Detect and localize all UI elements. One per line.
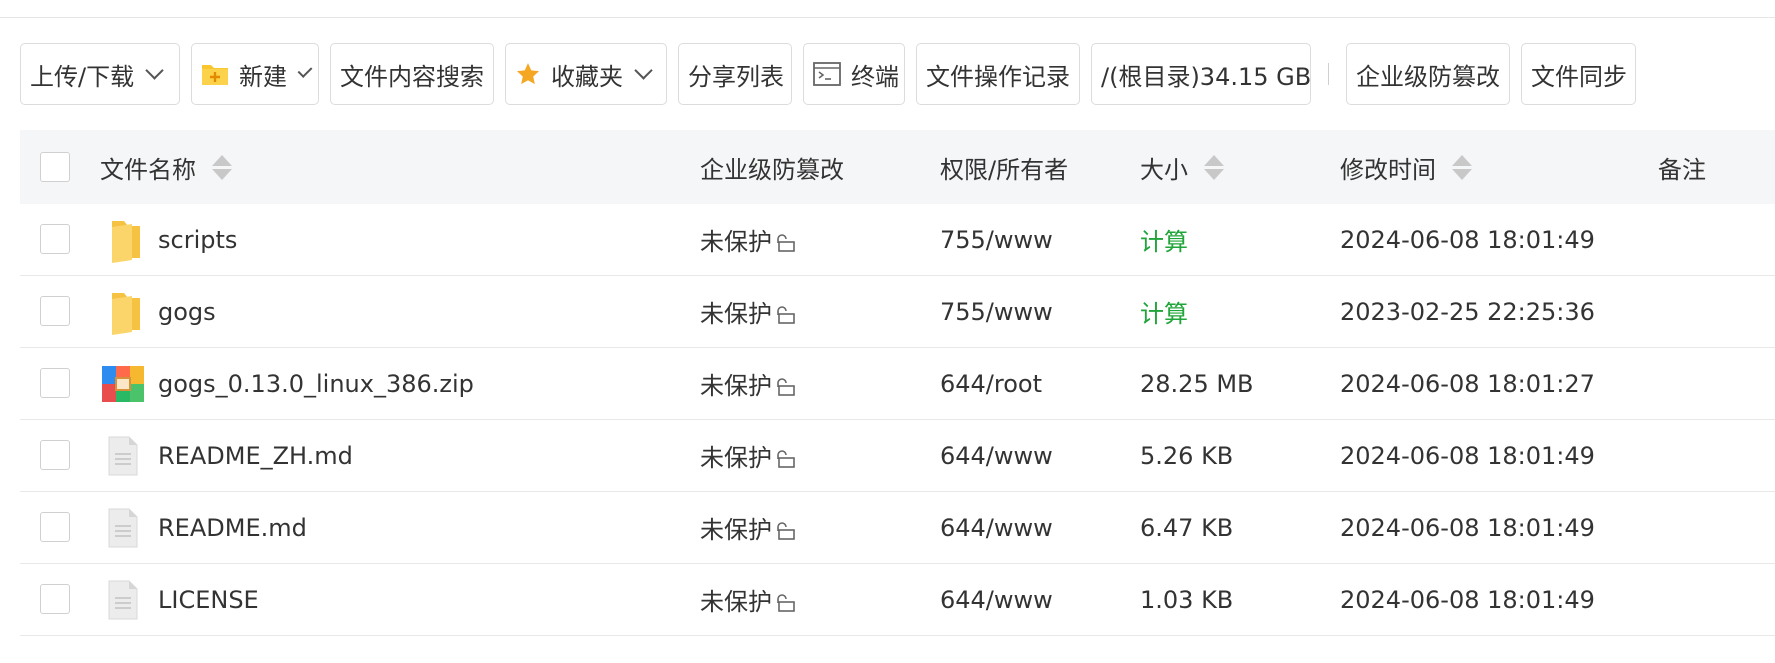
modified-time: 2024-06-08 18:01:49: [1340, 585, 1595, 614]
permission-link[interactable]: 755/www: [940, 276, 1053, 347]
unlock-icon: [774, 449, 796, 468]
row-checkbox[interactable]: [40, 584, 70, 614]
folder-icon: [108, 276, 144, 347]
permission-link[interactable]: 755/www: [940, 204, 1053, 275]
chevron-down-icon: [297, 62, 313, 78]
tamper-status[interactable]: 未保护: [700, 276, 796, 347]
modified-time: 2023-02-25 22:25:36: [1340, 297, 1595, 326]
file-name-link[interactable]: README_ZH.md: [158, 420, 353, 491]
toolbar-divider: [1328, 63, 1329, 85]
chevron-down-icon: [634, 60, 653, 80]
upload-download-label: 上传/下载: [30, 62, 135, 91]
upload-download-button[interactable]: 上传/下载: [20, 43, 180, 105]
file-size: 1.03 KB: [1140, 585, 1234, 614]
new-folder-icon: [201, 62, 229, 86]
table-row[interactable]: gogs 未保护 755/www 计算 2023-02-25 22:25:36: [20, 276, 1775, 348]
header-size[interactable]: 大小: [1140, 130, 1224, 204]
unlock-icon: [774, 593, 796, 612]
row-checkbox[interactable]: [40, 512, 70, 542]
table-row[interactable]: README.md 未保护 644/www 6.47 KB 2024-06-08 18:…: [20, 492, 1775, 564]
folder-icon: [108, 204, 144, 275]
tamper-status[interactable]: 未保护: [700, 564, 796, 635]
terminal-button[interactable]: 终端: [803, 43, 905, 105]
text-file-icon: [108, 420, 138, 491]
row-checkbox[interactable]: [40, 368, 70, 398]
tamper-status[interactable]: 未保护: [700, 204, 796, 275]
terminal-icon: [813, 62, 841, 86]
favorites-button[interactable]: 收藏夹: [505, 43, 667, 105]
permission-link[interactable]: 644/www: [940, 492, 1053, 563]
file-name-link[interactable]: README.md: [158, 492, 307, 563]
sort-icon: [1204, 154, 1224, 180]
row-checkbox[interactable]: [40, 296, 70, 326]
select-all-checkbox[interactable]: [40, 152, 70, 182]
file-sync-label: 文件同步: [1531, 62, 1627, 91]
file-name-link[interactable]: scripts: [158, 204, 237, 275]
file-size: 28.25 MB: [1140, 369, 1254, 398]
share-list-button[interactable]: 分享列表: [678, 43, 792, 105]
permission-link[interactable]: 644/www: [940, 564, 1053, 635]
header-name[interactable]: 文件名称: [100, 130, 232, 204]
terminal-label: 终端: [851, 62, 899, 91]
tamper-proof-button[interactable]: 企业级防篡改: [1346, 43, 1510, 105]
header-note: 备注: [1658, 155, 1706, 184]
permission-link[interactable]: 644/www: [940, 420, 1053, 491]
new-label: 新建: [239, 62, 287, 91]
file-name-link[interactable]: gogs_0.13.0_linux_386.zip: [158, 348, 474, 419]
table-row[interactable]: README_ZH.md 未保护 644/www 5.26 KB 2024-06-08 …: [20, 420, 1775, 492]
zip-archive-icon: [102, 348, 144, 419]
table-row[interactable]: LICENSE 未保护 644/www 1.03 KB 2024-06-08 18:01…: [20, 564, 1775, 636]
top-divider: [0, 0, 1775, 18]
modified-time: 2024-06-08 18:01:27: [1340, 369, 1595, 398]
row-checkbox[interactable]: [40, 224, 70, 254]
unlock-icon: [774, 377, 796, 396]
content-search-label: 文件内容搜索: [340, 62, 484, 91]
table-header: 文件名称 企业级防篡改 权限/所有者 大小 修改时间 备注: [20, 130, 1775, 204]
share-list-label: 分享列表: [688, 62, 784, 91]
unlock-icon: [774, 521, 796, 540]
file-name-link[interactable]: gogs: [158, 276, 216, 347]
tamper-status[interactable]: 未保护: [700, 420, 796, 491]
calculate-size-link[interactable]: 计算: [1140, 276, 1188, 347]
operation-log-button[interactable]: 文件操作记录: [916, 43, 1080, 105]
table-row[interactable]: scripts 未保护 755/www 计算 2024-06-08 18:01:49: [20, 204, 1775, 276]
new-button[interactable]: 新建: [191, 43, 319, 105]
file-toolbar: 上传/下载 新建 文件内容搜索 收藏夹 分享列表 终端 文件操作记录 /(根目录…: [20, 42, 1647, 106]
sort-icon: [212, 154, 232, 180]
file-size: 6.47 KB: [1140, 513, 1234, 542]
file-size: 5.26 KB: [1140, 441, 1234, 470]
content-search-button[interactable]: 文件内容搜索: [330, 43, 494, 105]
unlock-icon: [774, 233, 796, 252]
modified-time: 2024-06-08 18:01:49: [1340, 225, 1595, 254]
unlock-icon: [774, 305, 796, 324]
row-checkbox[interactable]: [40, 440, 70, 470]
operation-log-label: 文件操作记录: [926, 62, 1070, 91]
tamper-status[interactable]: 未保护: [700, 348, 796, 419]
modified-time: 2024-06-08 18:01:49: [1340, 441, 1595, 470]
file-table: 文件名称 企业级防篡改 权限/所有者 大小 修改时间 备注 scripts 未保护…: [20, 130, 1775, 636]
disk-root-label: /(根目录)34.15 GB: [1101, 62, 1312, 91]
text-file-icon: [108, 492, 138, 563]
table-row[interactable]: gogs_0.13.0_linux_386.zip 未保护 644/root 28.2…: [20, 348, 1775, 420]
table-body: scripts 未保护 755/www 计算 2024-06-08 18:01:49 go…: [20, 204, 1775, 636]
star-icon: [515, 61, 541, 87]
tamper-status[interactable]: 未保护: [700, 492, 796, 563]
favorites-label: 收藏夹: [551, 62, 623, 91]
chevron-down-icon: [145, 60, 164, 80]
header-permission: 权限/所有者: [940, 155, 1069, 184]
text-file-icon: [108, 564, 138, 635]
modified-time: 2024-06-08 18:01:49: [1340, 513, 1595, 542]
sort-icon: [1452, 154, 1472, 180]
header-modified[interactable]: 修改时间: [1340, 130, 1472, 204]
disk-root-button[interactable]: /(根目录)34.15 GB: [1091, 43, 1311, 105]
file-name-link[interactable]: LICENSE: [158, 564, 259, 635]
file-sync-button[interactable]: 文件同步: [1521, 43, 1636, 105]
permission-link[interactable]: 644/root: [940, 348, 1042, 419]
header-tamper: 企业级防篡改: [700, 155, 844, 184]
tamper-proof-label: 企业级防篡改: [1356, 62, 1500, 91]
calculate-size-link[interactable]: 计算: [1140, 204, 1188, 275]
